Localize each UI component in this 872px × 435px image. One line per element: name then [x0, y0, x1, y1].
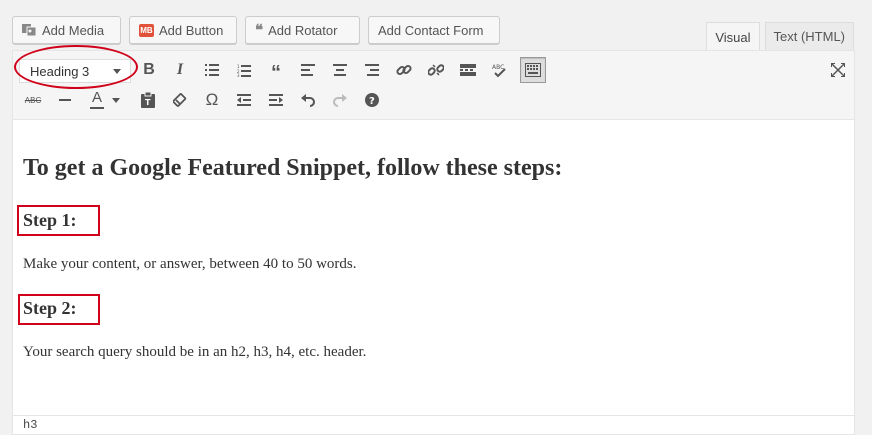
link-icon — [396, 64, 412, 76]
help-button[interactable]: ? — [360, 88, 384, 112]
blockquote-icon: “ — [271, 62, 281, 84]
indent-button[interactable] — [264, 88, 288, 112]
mb-icon: MB — [139, 23, 154, 37]
italic-button[interactable]: I — [168, 58, 192, 82]
toolbar-toggle-button[interactable] — [520, 57, 546, 83]
strikethrough-button[interactable]: ABC — [21, 88, 45, 112]
unlink-icon — [428, 64, 444, 76]
add-rotator-button[interactable]: ❝ Add Rotator — [245, 16, 360, 44]
bullet-list-button[interactable] — [200, 58, 224, 82]
undo-icon — [301, 94, 315, 107]
add-media-label: Add Media — [42, 22, 105, 38]
fullscreen-button[interactable] — [826, 58, 850, 82]
paragraph-1: Make your content, or answer, between 40… — [23, 256, 357, 272]
clear-formatting-button[interactable] — [168, 88, 192, 112]
add-button-button[interactable]: MB Add Button — [129, 16, 237, 44]
align-center-icon — [333, 64, 347, 76]
special-character-icon: Ω — [205, 90, 219, 109]
spellcheck-icon: ABC — [492, 64, 506, 78]
svg-text:?: ? — [369, 96, 375, 107]
spellcheck-button[interactable]: ABC — [488, 58, 512, 82]
indent-icon — [269, 94, 283, 106]
blockquote-button[interactable]: “ — [264, 58, 288, 84]
svg-text:3: 3 — [237, 73, 240, 77]
align-center-button[interactable] — [328, 58, 352, 82]
outdent-button[interactable] — [232, 88, 256, 112]
format-select-value: Heading 3 — [30, 63, 90, 79]
quote-icon: ❝ — [255, 22, 264, 39]
bold-button[interactable]: B — [137, 58, 161, 82]
media-icon — [22, 23, 37, 37]
editor-content[interactable]: To get a Google Featured Snippet, follow… — [13, 119, 854, 417]
svg-text:T: T — [145, 98, 151, 107]
add-media-button[interactable]: Add Media — [12, 16, 121, 44]
chevron-down-icon — [112, 97, 120, 103]
bold-icon: B — [143, 61, 155, 78]
svg-text:ABC: ABC — [492, 64, 504, 71]
align-left-button[interactable] — [296, 58, 320, 82]
special-character-button[interactable]: Ω — [200, 88, 224, 112]
content-heading: To get a Google Featured Snippet, follow… — [23, 155, 563, 181]
bullet-list-icon — [205, 64, 219, 76]
editor-toolbar: Heading 3 B I 123 “ ABC ABC A T Ω ? — [13, 45, 854, 120]
text-color-icon: A — [90, 90, 104, 109]
numbered-list-icon: 123 — [237, 64, 251, 77]
step2-heading: Step 2: — [23, 298, 77, 318]
toolbar-toggle-icon — [525, 63, 541, 77]
media-buttons: Add Media MB Add Button ❝ Add Rotator Ad… — [12, 16, 500, 44]
format-select[interactable]: Heading 3 — [19, 59, 131, 83]
link-button[interactable] — [392, 58, 416, 82]
strikethrough-icon: ABC — [24, 95, 42, 105]
add-contact-form-label: Add Contact Form — [378, 22, 484, 38]
tab-text-html[interactable]: Text (HTML) — [764, 22, 854, 50]
paste-text-button[interactable]: T — [136, 88, 160, 112]
paragraph-2: Your search query should be in an h2, h3… — [23, 344, 367, 360]
text-color-button[interactable]: A — [85, 88, 125, 112]
horizontal-line-icon — [59, 99, 71, 101]
horizontal-line-button[interactable] — [53, 88, 77, 112]
fullscreen-icon — [831, 63, 845, 77]
align-right-button[interactable] — [360, 58, 384, 82]
italic-icon: I — [176, 61, 184, 78]
editor: Heading 3 B I 123 “ ABC ABC A T Ω ? To g… — [12, 45, 855, 435]
tab-visual[interactable]: Visual — [706, 22, 760, 51]
numbered-list-button[interactable]: 123 — [232, 58, 256, 82]
undo-button[interactable] — [296, 88, 320, 112]
add-button-label: Add Button — [159, 22, 224, 38]
editor-tabs: Visual Text (HTML) — [706, 22, 854, 51]
align-left-icon — [301, 64, 315, 76]
outdent-icon — [237, 94, 251, 106]
paste-text-icon: T — [141, 92, 155, 108]
redo-icon — [333, 94, 347, 107]
add-contact-form-button[interactable]: Add Contact Form — [368, 16, 500, 44]
help-icon: ? — [365, 93, 379, 107]
read-more-icon — [460, 64, 476, 76]
clear-formatting-icon — [173, 93, 187, 107]
unlink-button[interactable] — [424, 58, 448, 82]
redo-button[interactable] — [328, 88, 352, 112]
add-rotator-label: Add Rotator — [268, 22, 338, 38]
chevron-down-icon — [113, 69, 121, 74]
align-right-icon — [365, 64, 379, 76]
element-path-h3[interactable]: h3 — [23, 418, 37, 432]
element-path: h3 — [13, 415, 854, 434]
step1-heading: Step 1: — [23, 210, 77, 230]
read-more-button[interactable] — [456, 58, 480, 82]
